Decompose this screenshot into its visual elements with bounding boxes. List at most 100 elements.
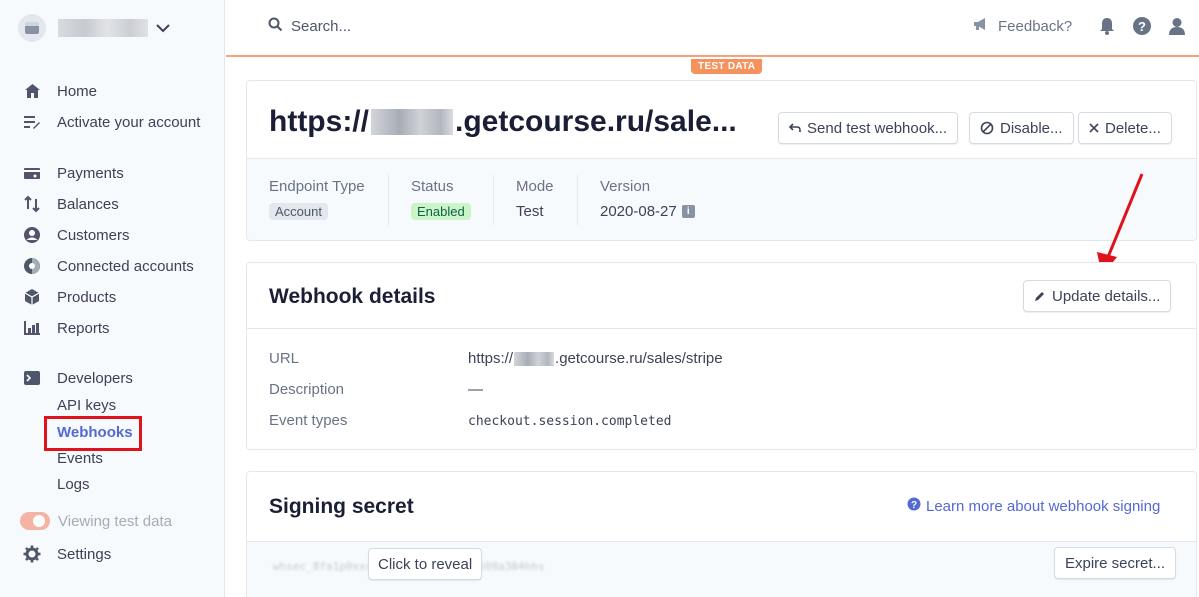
home-icon xyxy=(22,81,42,101)
account-switcher[interactable] xyxy=(18,14,172,42)
help-circle-icon: ? xyxy=(907,497,921,515)
sidebar-item-label: Home xyxy=(57,82,98,100)
field-label: Status xyxy=(411,178,454,195)
bell-icon[interactable] xyxy=(1097,16,1117,36)
customers-icon xyxy=(22,225,42,245)
sidebar-item-settings[interactable]: Settings xyxy=(22,542,111,566)
button-label: Update details... xyxy=(1052,287,1161,305)
sidebar-item-developers[interactable]: Developers xyxy=(22,366,133,390)
toggle-switch[interactable] xyxy=(20,512,50,530)
sidebar-subitem-logs[interactable]: Logs xyxy=(57,474,90,496)
search-icon xyxy=(268,17,283,36)
products-icon xyxy=(22,287,42,307)
divider xyxy=(388,175,389,225)
endpoint-title-suffix: .getcourse.ru/sale... xyxy=(454,105,737,138)
sidebar-item-activate[interactable]: Activate your account xyxy=(22,110,200,134)
sidebar-item-customers[interactable]: Customers xyxy=(22,223,130,247)
sidebar-item-label: Activate your account xyxy=(57,113,201,131)
svg-text:?: ? xyxy=(911,500,917,511)
url-suffix: .getcourse.ru/sales/stripe xyxy=(555,350,723,367)
url-value: https:// .getcourse.ru/sales/stripe xyxy=(468,350,723,367)
sidebar: Home Activate your account Payments Bala… xyxy=(0,0,225,597)
signing-secret-card: Signing secret ? Learn more about webhoo… xyxy=(246,471,1197,597)
gear-icon xyxy=(22,544,42,564)
button-label: Send test webhook... xyxy=(807,119,948,137)
update-details-button[interactable]: Update details... xyxy=(1023,280,1172,312)
field-label: Endpoint Type xyxy=(269,178,365,195)
help-icon[interactable]: ? xyxy=(1132,16,1152,36)
endpoint-title-prefix: https:// xyxy=(269,105,369,138)
close-icon xyxy=(1089,123,1099,133)
developers-icon xyxy=(22,368,42,388)
button-label: Expire secret... xyxy=(1065,554,1166,572)
event-types-label: Event types xyxy=(269,412,348,429)
sidebar-item-payments[interactable]: Payments xyxy=(22,161,124,185)
send-test-webhook-button[interactable]: Send test webhook... xyxy=(778,112,959,144)
field-label: Mode xyxy=(516,178,554,195)
endpoint-type-field: Endpoint Type Account xyxy=(269,178,365,220)
test-data-badge: TEST DATA xyxy=(691,59,763,74)
delete-button[interactable]: Delete... xyxy=(1078,112,1172,144)
mode-value: Test xyxy=(516,203,544,220)
activate-icon xyxy=(22,112,42,132)
disable-button[interactable]: Disable... xyxy=(969,112,1074,144)
event-types-value: checkout.session.completed xyxy=(468,414,672,429)
viewing-test-data-toggle[interactable]: Viewing test data xyxy=(20,512,172,530)
account-logo-icon xyxy=(18,14,46,42)
sidebar-item-reports[interactable]: Reports xyxy=(22,316,110,340)
user-icon[interactable] xyxy=(1167,16,1187,36)
sidebar-subitem-events[interactable]: Events xyxy=(57,448,103,470)
balances-icon xyxy=(22,194,42,214)
button-label: Disable... xyxy=(1000,119,1063,137)
sidebar-item-label: Reports xyxy=(57,319,110,337)
megaphone-icon xyxy=(972,16,990,36)
sidebar-subitem-api-keys[interactable]: API keys xyxy=(57,395,116,417)
highlight-annotation-box xyxy=(44,416,142,451)
mode-field: Mode Test xyxy=(516,178,554,220)
section-title: Signing secret xyxy=(269,495,414,518)
svg-text:?: ? xyxy=(1138,19,1146,34)
divider xyxy=(493,175,494,225)
redacted-subdomain xyxy=(370,109,453,135)
disable-icon xyxy=(980,121,994,135)
search-placeholder: Search... xyxy=(291,18,352,35)
redacted-subdomain xyxy=(514,351,555,366)
learn-more-link[interactable]: ? Learn more about webhook signing xyxy=(907,497,1160,515)
feedback-button[interactable]: Feedback? xyxy=(972,16,1072,36)
secret-row: whsec_8fa1p0xxxxxxxxxxxxxxxxxx1508a3B4hh… xyxy=(247,541,1196,597)
expire-secret-button[interactable]: Expire secret... xyxy=(1054,547,1177,579)
info-icon[interactable]: i xyxy=(681,205,695,218)
sidebar-item-balances[interactable]: Balances xyxy=(22,192,119,216)
url-label: URL xyxy=(269,350,300,367)
reveal-secret-button[interactable]: Click to reveal xyxy=(368,548,483,580)
status-field: Status Enabled xyxy=(411,178,471,220)
sidebar-item-label: Connected accounts xyxy=(57,257,194,275)
toggle-label: Viewing test data xyxy=(58,512,172,530)
sidebar-item-connected-accounts[interactable]: Connected accounts xyxy=(22,254,194,278)
endpoint-type-badge: Account xyxy=(269,203,328,220)
connected-accounts-icon xyxy=(22,256,42,276)
sidebar-item-label: Balances xyxy=(57,195,119,213)
payments-icon xyxy=(22,163,42,183)
sidebar-item-products[interactable]: Products xyxy=(22,285,116,309)
pencil-icon xyxy=(1034,290,1046,302)
sidebar-item-label: Developers xyxy=(57,369,133,387)
sidebar-item-label: Products xyxy=(57,288,117,306)
divider xyxy=(577,175,578,225)
endpoint-card: https:// .getcourse.ru/sale... Send test… xyxy=(246,80,1197,241)
learn-more-label: Learn more about webhook signing xyxy=(926,497,1161,515)
description-label: Description xyxy=(269,381,345,398)
chevron-down-icon[interactable] xyxy=(154,19,172,37)
divider xyxy=(247,328,1196,329)
sidebar-item-label: Settings xyxy=(57,545,112,563)
account-name-redacted xyxy=(58,19,148,37)
button-label: Delete... xyxy=(1105,119,1161,137)
version-value: 2020-08-27 xyxy=(600,203,677,220)
top-bar: Search... Feedback? ? xyxy=(226,0,1199,57)
sidebar-item-home[interactable]: Home xyxy=(22,79,97,103)
feedback-label: Feedback? xyxy=(998,17,1073,35)
search-input[interactable]: Search... xyxy=(268,17,351,36)
description-value: — xyxy=(468,381,483,398)
endpoint-meta: Endpoint Type Account Status Enabled Mod… xyxy=(247,158,1196,240)
field-label: Version xyxy=(600,178,651,195)
